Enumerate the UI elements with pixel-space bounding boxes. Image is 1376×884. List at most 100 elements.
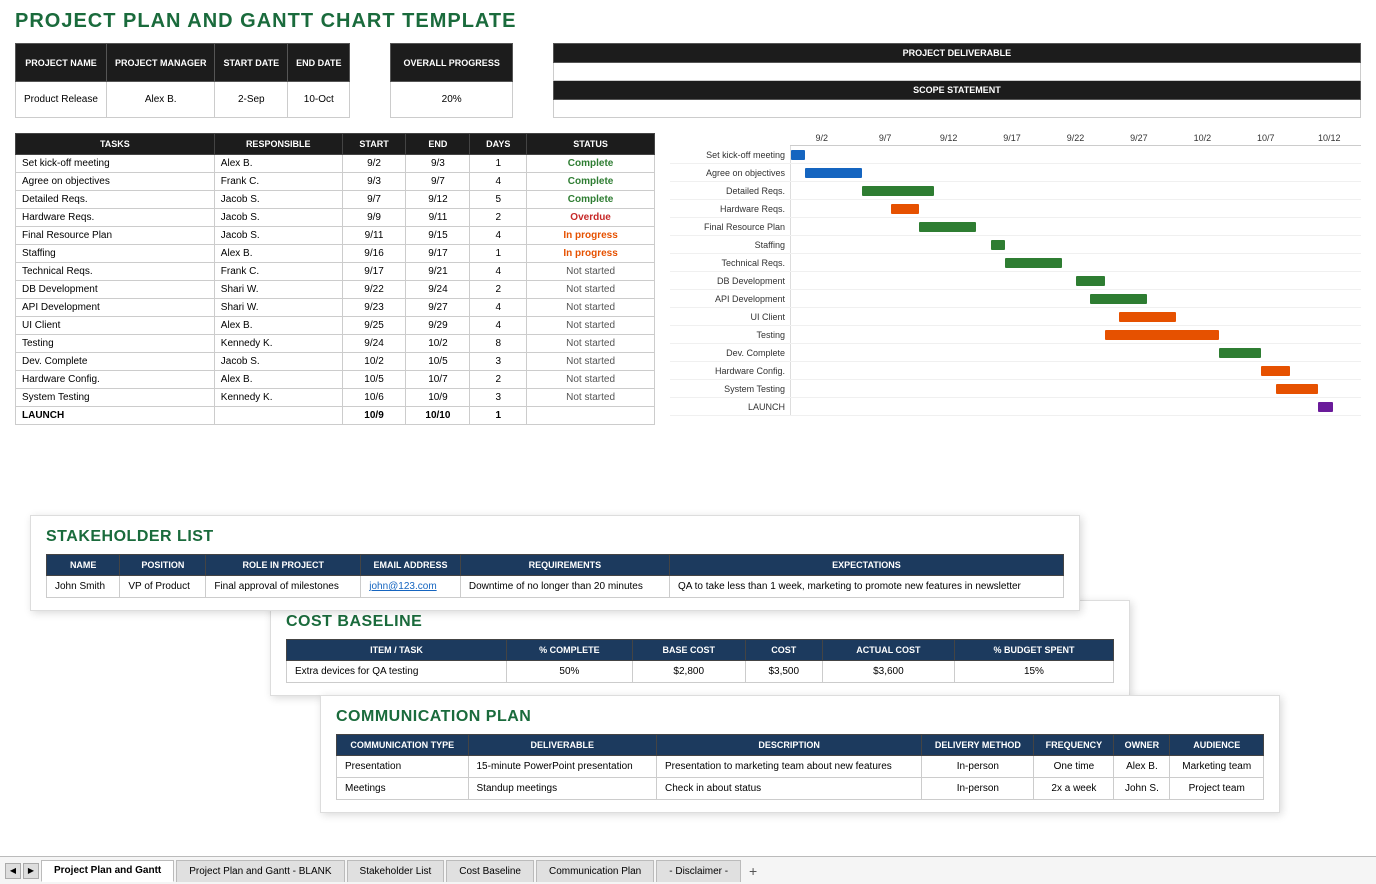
task-days: 3	[470, 353, 527, 371]
gantt-row: Testing	[670, 326, 1361, 344]
scope-value	[553, 100, 1360, 118]
tab-item[interactable]: Cost Baseline	[446, 860, 534, 882]
tab-item[interactable]: - Disclaimer -	[656, 860, 741, 882]
tab-item[interactable]: Stakeholder List	[347, 860, 445, 882]
gantt-row: LAUNCH	[670, 398, 1361, 416]
project-info-table: PROJECT NAME PROJECT MANAGER START DATE …	[15, 43, 350, 118]
gantt-bar	[1219, 348, 1262, 358]
gantt-row: UI Client	[670, 308, 1361, 326]
tab-nav-left[interactable]: ◀	[5, 863, 21, 879]
task-status: Overdue	[527, 209, 655, 227]
task-end: 10/9	[406, 389, 470, 407]
comm-type: Presentation	[337, 756, 469, 778]
task-status: Not started	[527, 371, 655, 389]
comm-audience: Marketing team	[1170, 756, 1264, 778]
task-responsible: Shari W.	[214, 299, 342, 317]
gantt-bars-area	[790, 362, 1361, 379]
gantt-bars-area	[790, 182, 1361, 199]
gantt-row: Staffing	[670, 236, 1361, 254]
tab-item[interactable]: Project Plan and Gantt - BLANK	[176, 860, 344, 882]
task-row: Set kick-off meeting Alex B. 9/2 9/3 1 C…	[16, 155, 655, 173]
sh-name-header: NAME	[47, 555, 120, 576]
comm-type: Meetings	[337, 778, 469, 800]
gantt-row: Agree on objectives	[670, 164, 1361, 182]
task-name: Hardware Config.	[16, 371, 215, 389]
comm-desc-header: DESCRIPTION	[656, 735, 921, 756]
gantt-row-label: Testing	[670, 330, 790, 340]
task-status: Not started	[527, 353, 655, 371]
tab-item[interactable]: Communication Plan	[536, 860, 654, 882]
gantt-row-label: Detailed Reqs.	[670, 186, 790, 196]
comm-row: Presentation 15-minute PowerPoint presen…	[337, 756, 1264, 778]
tab-nav-right[interactable]: ▶	[23, 863, 39, 879]
comm-deliverable: Standup meetings	[468, 778, 656, 800]
task-status	[527, 407, 655, 425]
gantt-bars-area	[790, 290, 1361, 307]
sh-position-header: POSITION	[120, 555, 206, 576]
deliverable-table: PROJECT DELIVERABLE SCOPE STATEMENT	[553, 43, 1361, 118]
task-end: 9/15	[406, 227, 470, 245]
task-name: DB Development	[16, 281, 215, 299]
comm-owner: John S.	[1114, 778, 1170, 800]
task-start: 9/24	[342, 335, 406, 353]
task-status: In progress	[527, 227, 655, 245]
gantt-bars-area	[790, 380, 1361, 397]
task-end: 10/10	[406, 407, 470, 425]
gantt-label-spacer	[670, 133, 790, 146]
deliverable-value	[553, 63, 1360, 81]
main-content: PROJECT PLAN AND GANTT CHART TEMPLATE PR…	[0, 0, 1376, 435]
cost-card: COST BASELINE ITEM / TASK % COMPLETE BAS…	[270, 600, 1130, 696]
tasks-header: TASKS	[16, 134, 215, 155]
task-responsible: Alex B.	[214, 245, 342, 263]
task-start: 9/22	[342, 281, 406, 299]
gantt-row: Final Resource Plan	[670, 218, 1361, 236]
task-row: Staffing Alex B. 9/16 9/17 1 In progress	[16, 245, 655, 263]
gantt-bar	[1261, 366, 1290, 376]
task-end: 10/5	[406, 353, 470, 371]
task-row: LAUNCH 10/9 10/10 1	[16, 407, 655, 425]
gantt-row-label: UI Client	[670, 312, 790, 322]
task-start: 9/11	[342, 227, 406, 245]
cost-actual-header: ACTUAL COST	[822, 640, 954, 661]
task-responsible: Kennedy K.	[214, 335, 342, 353]
gantt-bar	[891, 204, 920, 214]
gantt-bars-area	[790, 236, 1361, 253]
cost-base-header: BASE COST	[632, 640, 745, 661]
comm-owner-header: OWNER	[1114, 735, 1170, 756]
task-end: 9/27	[406, 299, 470, 317]
gantt-row-label: Hardware Reqs.	[670, 204, 790, 214]
task-responsible: Alex B.	[214, 155, 342, 173]
task-days: 2	[470, 209, 527, 227]
task-status: Not started	[527, 335, 655, 353]
task-row: API Development Shari W. 9/23 9/27 4 Not…	[16, 299, 655, 317]
tab-item[interactable]: Project Plan and Gantt	[41, 860, 174, 882]
days-header: DAYS	[470, 134, 527, 155]
task-end: 9/12	[406, 191, 470, 209]
task-start: 10/9	[342, 407, 406, 425]
task-row: Hardware Reqs. Jacob S. 9/9 9/11 2 Overd…	[16, 209, 655, 227]
task-start: 9/25	[342, 317, 406, 335]
cost-item: Extra devices for QA testing	[287, 661, 507, 683]
task-days: 1	[470, 155, 527, 173]
sh-email-header: EMAIL ADDRESS	[361, 555, 461, 576]
start-date-value: 2-Sep	[215, 82, 288, 118]
cost-row: Extra devices for QA testing 50% $2,800 …	[287, 661, 1114, 683]
task-days: 4	[470, 317, 527, 335]
top-bar: PROJECT NAME PROJECT MANAGER START DATE …	[15, 43, 1361, 118]
comm-audience: Project team	[1170, 778, 1264, 800]
task-responsible: Jacob S.	[214, 209, 342, 227]
task-responsible: Jacob S.	[214, 353, 342, 371]
start-header: START	[342, 134, 406, 155]
project-name-value: Product Release	[16, 82, 107, 118]
tab-add-button[interactable]: +	[743, 861, 763, 881]
task-responsible: Frank C.	[214, 263, 342, 281]
gantt-row: DB Development	[670, 272, 1361, 290]
tasks-section: TASKS RESPONSIBLE START END DAYS STATUS …	[15, 133, 655, 425]
gantt-date-label: 10/2	[1171, 133, 1234, 143]
task-end: 9/24	[406, 281, 470, 299]
task-responsible	[214, 407, 342, 425]
task-start: 10/6	[342, 389, 406, 407]
gantt-date-label: 9/7	[853, 133, 916, 143]
task-responsible: Alex B.	[214, 317, 342, 335]
comm-type-header: COMMUNICATION TYPE	[337, 735, 469, 756]
